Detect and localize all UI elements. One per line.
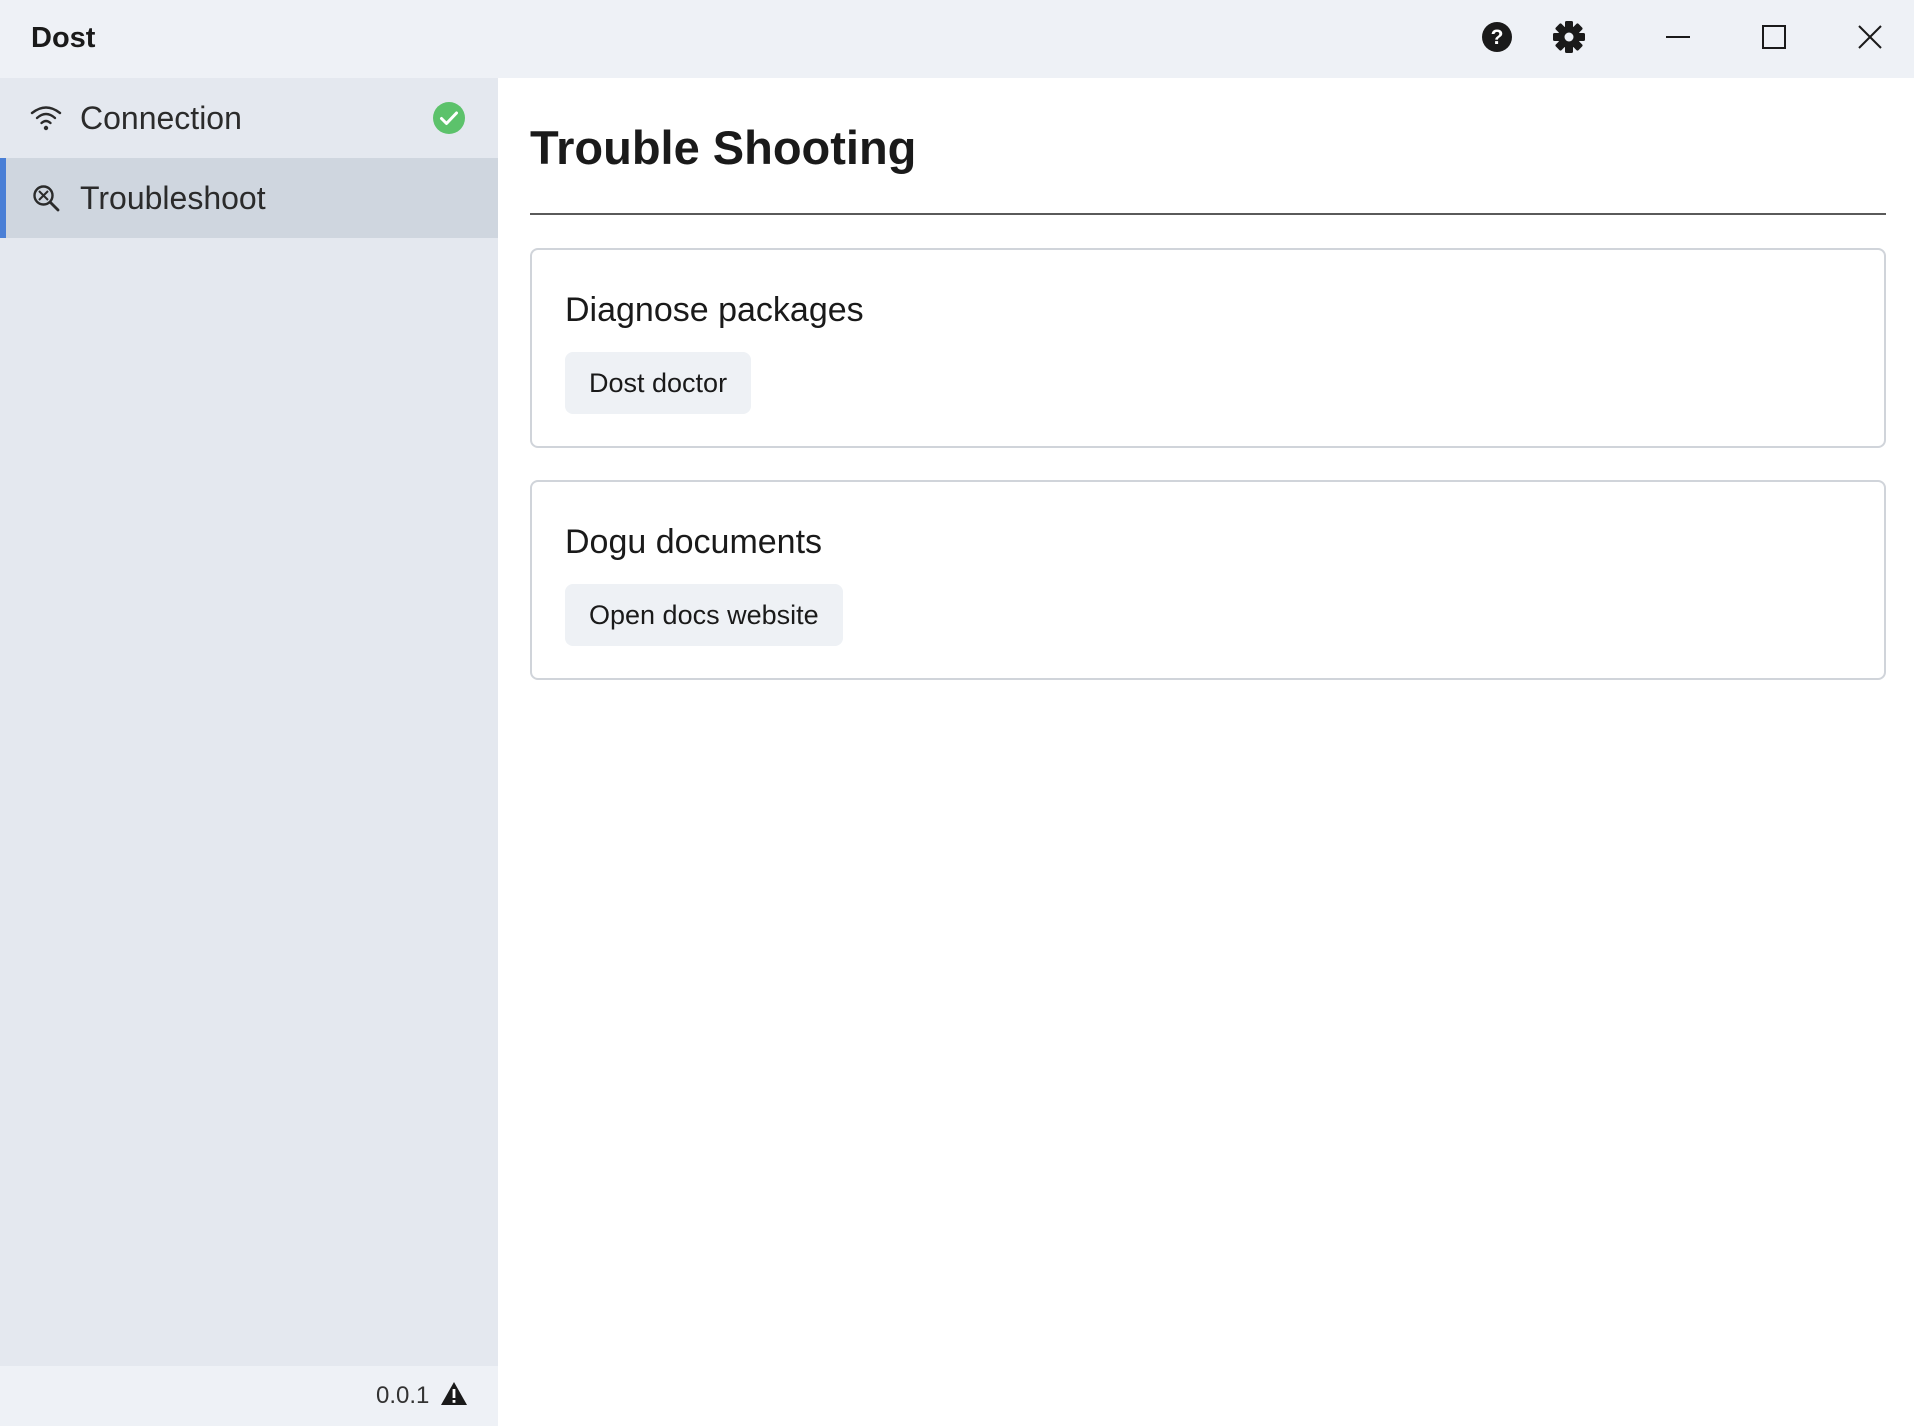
close-button[interactable] [1840, 14, 1900, 60]
sidebar-item-troubleshoot[interactable]: Troubleshoot [0, 158, 498, 238]
active-indicator [0, 158, 6, 238]
sidebar-item-label: Connection [80, 100, 242, 136]
app-title: Dost [31, 22, 96, 54]
minimize-icon [1666, 36, 1690, 38]
sidebar-item-label: Troubleshoot [80, 180, 266, 216]
version-label: 0.0.1 [376, 1382, 430, 1409]
dogu-documents-card: Dogu documents Open docs website [530, 480, 1886, 680]
wifi-icon [29, 101, 63, 135]
main-content: Trouble Shooting Diagnose packages Dost … [498, 78, 1914, 1426]
diagnose-packages-card: Diagnose packages Dost doctor [530, 248, 1886, 448]
card-title: Diagnose packages [565, 291, 864, 329]
gear-icon[interactable] [1550, 18, 1588, 56]
help-icon[interactable]: ? [1478, 18, 1516, 56]
title-divider [530, 213, 1886, 215]
svg-text:?: ? [1491, 26, 1504, 49]
maximize-button[interactable] [1744, 14, 1804, 60]
card-title: Dogu documents [565, 523, 823, 561]
sidebar-footer: 0.0.1 [0, 1366, 498, 1426]
connected-check-icon [432, 101, 466, 135]
close-icon [1858, 25, 1882, 49]
sidebar-item-connection[interactable]: Connection [0, 78, 498, 158]
page-title: Trouble Shooting [530, 121, 917, 174]
dost-doctor-button[interactable]: Dost doctor [565, 352, 752, 414]
sidebar: Connection Troubleshoot 0.0.1 [0, 78, 498, 1426]
title-bar: Dost ? [0, 0, 1914, 78]
warning-icon[interactable] [440, 1380, 468, 1408]
minimize-button[interactable] [1648, 14, 1708, 60]
open-docs-website-button[interactable]: Open docs website [565, 584, 843, 646]
search-bug-icon [29, 181, 63, 215]
maximize-icon [1762, 25, 1786, 49]
